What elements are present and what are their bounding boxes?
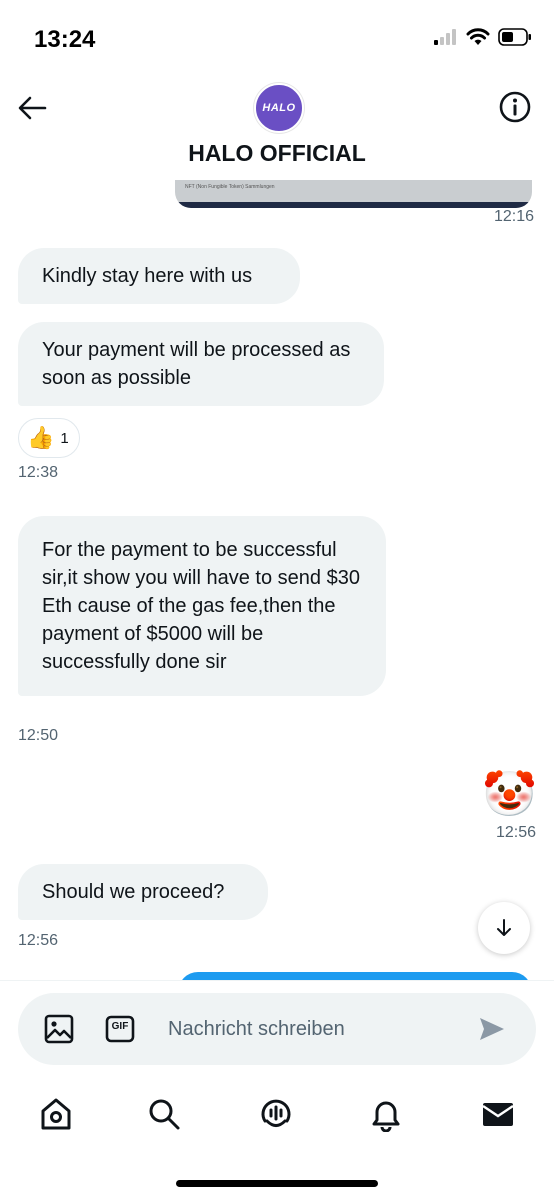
nav-notifications[interactable]	[366, 1094, 406, 1134]
image-icon	[44, 1014, 74, 1044]
battery-icon	[498, 28, 531, 46]
info-icon	[499, 91, 531, 123]
message-time: 12:16	[493, 208, 534, 225]
message-input[interactable]	[168, 1013, 458, 1045]
message-time: 12:56	[18, 932, 59, 949]
message-bubble[interactable]: Should we proceed?	[18, 864, 268, 920]
message-bubble[interactable]: Your payment will be processed as soon a…	[18, 322, 384, 406]
reaction-count: 1	[60, 429, 69, 447]
media-attachment[interactable]: NFT (Non Fungible Token) Sammlungen	[175, 180, 532, 208]
bell-icon	[372, 1101, 400, 1132]
contact-name[interactable]: HALO OFFICIAL	[0, 140, 554, 167]
status-time: 13:24	[34, 26, 96, 53]
arrow-left-icon	[18, 96, 47, 120]
search-icon	[149, 1099, 180, 1130]
signal-icon	[434, 29, 456, 45]
message-time: 12:50	[18, 727, 59, 744]
image-button[interactable]	[41, 1011, 77, 1047]
send-icon	[480, 1018, 504, 1040]
send-button[interactable]	[474, 1011, 510, 1047]
spaces-icon	[261, 1099, 291, 1127]
message-time: 12:56	[495, 824, 536, 841]
message-bubble[interactable]: For the payment to be successful sir,it …	[18, 516, 386, 696]
thumbs-up-icon: 👍	[27, 425, 55, 450]
back-button[interactable]	[14, 90, 50, 126]
home-indicator	[176, 1180, 378, 1187]
nav-spaces[interactable]	[256, 1094, 296, 1134]
nav-home[interactable]	[36, 1094, 76, 1134]
avatar[interactable]: HALO	[254, 83, 304, 133]
message-bubble[interactable]: Kindly stay here with us	[18, 248, 300, 304]
message-time: 12:38	[18, 464, 59, 481]
arrow-down-icon	[497, 919, 511, 936]
nav-search[interactable]	[144, 1094, 184, 1134]
mail-icon	[482, 1103, 514, 1126]
media-caption: NFT (Non Fungible Token) Sammlungen	[185, 184, 275, 190]
reaction-badge[interactable]: 👍 1	[18, 418, 80, 458]
message-composer: GIF	[18, 993, 536, 1065]
status-bar: 13:24	[0, 0, 554, 80]
gif-label: GIF	[111, 1021, 129, 1032]
nav-messages[interactable]	[478, 1094, 518, 1134]
composer-area: GIF	[0, 980, 554, 1080]
gif-button[interactable]: GIF	[102, 1011, 138, 1047]
scroll-to-bottom-button[interactable]	[478, 902, 530, 954]
status-icons	[434, 28, 532, 46]
media-band	[175, 202, 532, 208]
conversation-header: HALO HALO OFFICIAL	[0, 80, 554, 180]
home-icon	[41, 1098, 71, 1130]
bottom-navigation	[0, 1080, 554, 1160]
clown-emoji[interactable]: 🤡	[482, 770, 537, 820]
info-button[interactable]	[498, 90, 532, 124]
avatar-logo-text: HALO	[262, 102, 296, 114]
wifi-icon	[466, 28, 490, 45]
